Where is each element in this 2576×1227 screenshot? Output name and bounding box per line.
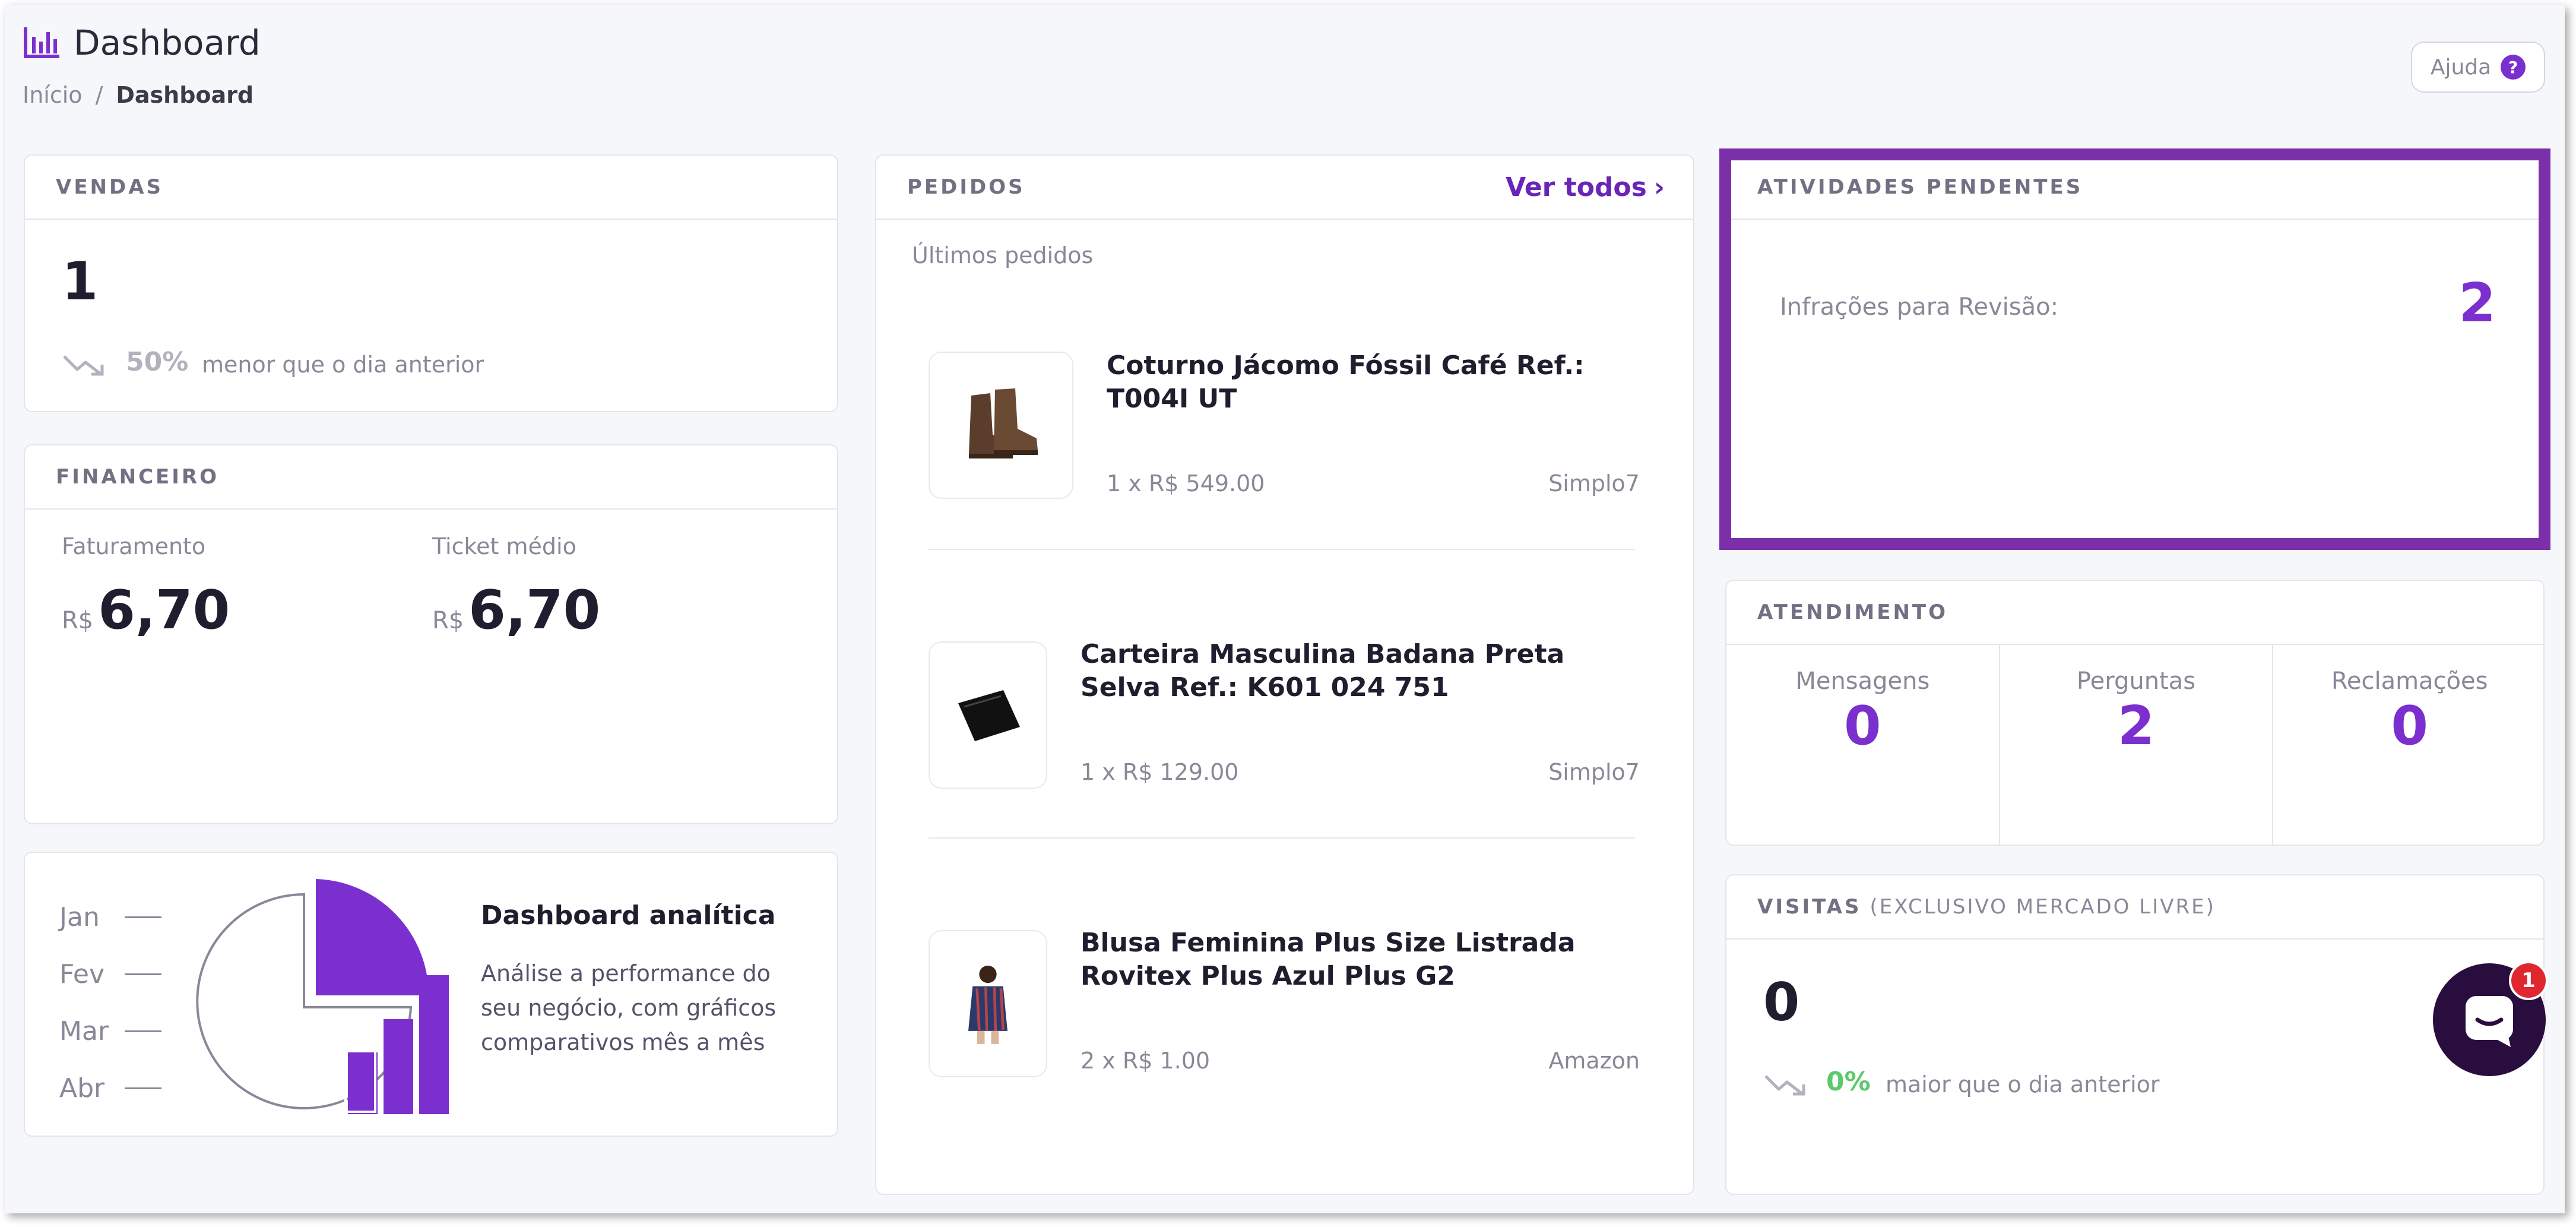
chat-notification-badge: 1 [2509, 961, 2548, 1000]
sales-value: 1 [62, 251, 99, 312]
order-channel: Simplo7 [1548, 759, 1640, 785]
orders-card: PEDIDOS Ver todos › Últimos pedidos Cotur… [875, 154, 1694, 1195]
help-icon: ? [2501, 55, 2526, 80]
trend-down-icon [1764, 1075, 1805, 1096]
order-qty-price: 1 x R$ 129.00 [1081, 759, 1239, 785]
analytics-description: Análise a performance do seu negócio, co… [481, 960, 777, 1055]
chat-icon [2466, 996, 2513, 1047]
page-header: Dashboard [23, 23, 261, 63]
stat-label: Perguntas [2076, 668, 2196, 695]
revenue-label: Faturamento [62, 533, 206, 559]
visits-trend-percent: 0% [1826, 1067, 1871, 1097]
month-dash [125, 916, 161, 918]
highlight-frame [1719, 148, 2550, 550]
order-channel: Simplo7 [1548, 470, 1640, 497]
breadcrumb-current: Dashboard [116, 82, 254, 108]
order-thumbnail[interactable] [929, 352, 1073, 499]
chevron-right-icon: › [1653, 172, 1665, 203]
ticket-currency: R$ [432, 607, 464, 634]
customer-service-title: ATENDIMENTO [1726, 581, 2543, 645]
visits-trend-text: maior que o dia anterior [1886, 1071, 2160, 1098]
see-all-label: Ver todos [1506, 172, 1647, 203]
month-dash [125, 973, 161, 975]
service-stats: Mensagens 0 Perguntas 2 Reclamações 0 [1726, 645, 2543, 845]
help-button-label: Ajuda [2430, 55, 2492, 80]
trend-down-icon [63, 355, 104, 376]
ticket-label: Ticket médio [432, 533, 576, 559]
order-thumbnail[interactable] [929, 641, 1047, 789]
sales-trend-text: menor que o dia anterior [202, 352, 484, 378]
order-title[interactable]: Carteira Masculina Badana Preta Selva Re… [1081, 638, 1603, 704]
app-frame: Dashboard Início / Dashboard Ajuda ? VENDA… [5, 5, 2565, 1213]
breadcrumb: Início / Dashboard [23, 82, 254, 108]
revenue-currency: R$ [62, 607, 94, 634]
blouse-icon [968, 965, 1007, 1044]
visits-card-title: VISITAS [1757, 895, 1862, 919]
order-qty-price: 2 x R$ 1.00 [1081, 1048, 1211, 1074]
order-title[interactable]: Coturno Jácomo Fóssil Café Ref.: T004I U… [1107, 349, 1641, 416]
order-divider [929, 549, 1635, 550]
wallet-icon [958, 690, 1020, 741]
messages-stat[interactable]: Mensagens 0 [1726, 645, 2000, 845]
finance-card-title: FINANCEIRO [25, 445, 837, 510]
month-label: Mar [59, 1016, 109, 1046]
order-channel: Amazon [1548, 1048, 1640, 1074]
month-list: Jan Fev Mar Abr [59, 888, 161, 1117]
breadcrumb-separator: / [95, 82, 103, 108]
month-label: Fev [59, 959, 105, 989]
sales-card: VENDAS 1 50% menor que o dia anterior [24, 154, 838, 412]
orders-card-title: PEDIDOS [907, 175, 1025, 199]
stat-label: Mensagens [1795, 668, 1930, 695]
month-dash [125, 1087, 161, 1089]
help-button[interactable]: Ajuda ? [2411, 42, 2545, 93]
visits-card-suffix: (EXCLUSIVO MERCADO LIVRE) [1870, 895, 2216, 919]
stat-value: 0 [1844, 695, 1881, 757]
finance-card: FINANCEIRO Faturamento R$ 6,70 Ticket mé… [24, 444, 838, 824]
order-title[interactable]: Blusa Feminina Plus Size Listrada Rovite… [1081, 926, 1627, 993]
month-label: Abr [59, 1073, 105, 1103]
revenue-value: 6,70 [98, 579, 230, 641]
analytics-title: Dashboard analítica [481, 900, 776, 931]
analytics-illustration-icon [196, 879, 449, 1114]
visits-card: VISITAS (EXCLUSIVO MERCADO LIVRE) 0 0% m… [1725, 874, 2545, 1195]
sales-card-title: VENDAS [25, 156, 837, 220]
month-label: Jan [59, 902, 100, 932]
visits-value: 0 [1763, 972, 1800, 1033]
ticket-value: 6,70 [468, 579, 601, 641]
stat-value: 2 [2117, 695, 2155, 757]
bar-chart-icon [24, 27, 59, 58]
order-divider [929, 837, 1635, 839]
complaints-stat[interactable]: Reclamações 0 [2273, 645, 2543, 845]
stat-value: 0 [2391, 695, 2428, 757]
boots-icon [969, 388, 1038, 458]
stat-label: Reclamações [2331, 668, 2488, 695]
page-title: Dashboard [74, 23, 261, 63]
ticket-amount: R$ 6,70 [432, 579, 600, 641]
breadcrumb-home-link[interactable]: Início [23, 82, 83, 108]
order-qty-price: 1 x R$ 549.00 [1107, 470, 1265, 497]
month-dash [125, 1030, 161, 1032]
questions-stat[interactable]: Perguntas 2 [2000, 645, 2274, 845]
analytics-dashboard-card[interactable]: Jan Fev Mar Abr Dashboard analítica Anál… [24, 852, 838, 1137]
revenue-amount: R$ 6,70 [62, 579, 230, 641]
visits-card-header: VISITAS (EXCLUSIVO MERCADO LIVRE) [1726, 875, 2543, 940]
sales-trend-percent: 50% [126, 347, 189, 377]
order-thumbnail[interactable] [929, 930, 1047, 1077]
orders-card-header: PEDIDOS Ver todos › [876, 156, 1693, 220]
customer-service-card: ATENDIMENTO Mensagens 0 Perguntas 2 Recl… [1725, 580, 2545, 846]
see-all-orders-link[interactable]: Ver todos › [1506, 172, 1665, 203]
orders-subtitle: Últimos pedidos [912, 242, 1094, 268]
